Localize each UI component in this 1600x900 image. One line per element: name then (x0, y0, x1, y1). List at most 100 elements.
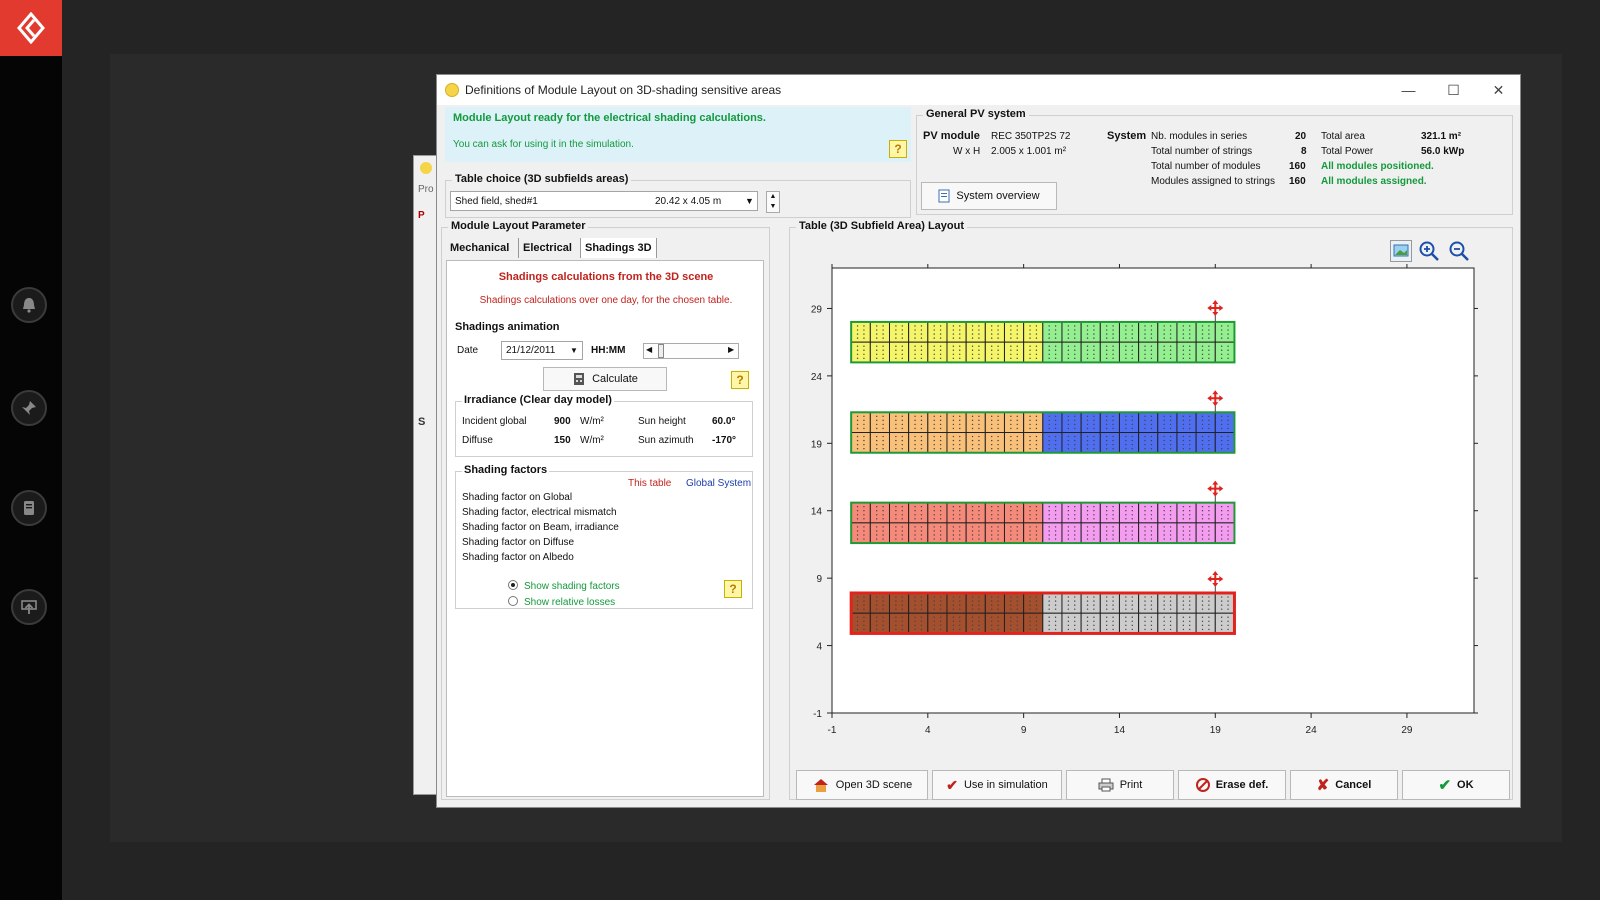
pv-module[interactable] (1214, 522, 1235, 544)
pv-module[interactable] (908, 502, 929, 524)
pv-module[interactable] (1080, 592, 1101, 614)
pv-module[interactable] (1099, 612, 1120, 634)
time-slider[interactable]: ◀ ▶ (643, 343, 739, 359)
pv-module[interactable] (927, 432, 948, 454)
pv-module[interactable] (869, 522, 890, 544)
pv-module[interactable] (1214, 432, 1235, 454)
pv-module[interactable] (1138, 502, 1159, 524)
pv-module[interactable] (1176, 341, 1197, 363)
pv-module[interactable] (1023, 612, 1044, 634)
pv-module[interactable] (1080, 432, 1101, 454)
pv-module[interactable] (946, 411, 967, 434)
pv-module[interactable] (1176, 502, 1197, 524)
pv-module[interactable] (1042, 411, 1063, 434)
pv-module[interactable] (869, 612, 890, 634)
pv-module[interactable] (1195, 612, 1216, 634)
notifications-button[interactable] (11, 287, 47, 323)
pv-module[interactable] (1023, 411, 1044, 434)
pv-module[interactable] (1214, 341, 1235, 363)
pv-module[interactable] (927, 592, 948, 614)
pv-module[interactable] (888, 522, 910, 544)
pv-module[interactable] (1042, 612, 1063, 634)
title-bar[interactable]: Definitions of Module Layout on 3D-shadi… (437, 75, 1520, 105)
pv-module[interactable] (927, 321, 948, 343)
pv-module[interactable] (1176, 411, 1197, 434)
pv-module[interactable] (1061, 432, 1082, 454)
pv-module[interactable] (1138, 341, 1159, 363)
app-logo[interactable] (0, 0, 62, 56)
pv-module[interactable] (1138, 411, 1159, 434)
pv-module[interactable] (1042, 432, 1063, 454)
pv-module[interactable] (984, 612, 1005, 634)
pv-module[interactable] (1214, 592, 1235, 614)
pv-module[interactable] (850, 432, 871, 454)
pv-module[interactable] (1023, 432, 1044, 454)
pv-module[interactable] (1061, 341, 1082, 363)
pv-module[interactable] (888, 321, 910, 343)
pv-module[interactable] (1176, 321, 1197, 343)
pv-module[interactable] (984, 321, 1005, 343)
pv-module[interactable] (1099, 502, 1120, 524)
help-icon[interactable]: ? (724, 580, 742, 598)
ok-button[interactable]: ✔ OK (1402, 770, 1510, 800)
pv-module[interactable] (1157, 502, 1178, 524)
pv-module[interactable] (1195, 321, 1216, 343)
pv-module[interactable] (1118, 341, 1140, 363)
document-button[interactable] (11, 490, 47, 526)
pv-module[interactable] (946, 612, 967, 634)
pv-module[interactable] (946, 502, 967, 524)
close-button[interactable]: ✕ (1476, 75, 1521, 105)
pv-module[interactable] (888, 341, 910, 363)
pv-module[interactable] (1214, 612, 1235, 634)
pv-module[interactable] (1061, 411, 1082, 434)
pv-module[interactable] (965, 432, 986, 454)
pv-module[interactable] (1003, 612, 1025, 634)
pv-module[interactable] (1099, 321, 1120, 343)
pv-module[interactable] (850, 502, 871, 524)
arrow-right-icon[interactable]: ▶ (728, 345, 734, 354)
pv-module[interactable] (1157, 592, 1178, 614)
pv-module[interactable] (927, 341, 948, 363)
layout-chart[interactable]: -1 4 9 14 19 24 29-14914192429 (790, 228, 1514, 801)
pv-module[interactable] (1042, 321, 1063, 343)
pv-module[interactable] (1157, 321, 1178, 343)
pv-module[interactable] (1195, 592, 1216, 614)
pv-module[interactable] (1099, 341, 1120, 363)
pv-module[interactable] (965, 522, 986, 544)
pv-module[interactable] (1118, 522, 1140, 544)
pv-module[interactable] (1157, 612, 1178, 634)
pv-module[interactable] (1023, 522, 1044, 544)
pv-module[interactable] (1176, 592, 1197, 614)
pv-module[interactable] (1080, 612, 1101, 634)
pv-module[interactable] (1042, 341, 1063, 363)
pv-module[interactable] (1099, 592, 1120, 614)
pv-module[interactable] (1195, 411, 1216, 434)
erase-def-button[interactable]: Erase def. (1178, 770, 1286, 800)
table-spinner[interactable]: ▲ ▼ (766, 191, 780, 213)
pv-module[interactable] (965, 502, 986, 524)
pv-module[interactable] (1003, 411, 1025, 434)
table-choice-select[interactable]: Shed field, shed#1 20.42 x 4.05 m ▼ (450, 191, 758, 211)
pv-module[interactable] (869, 321, 890, 343)
pv-module[interactable] (869, 592, 890, 614)
pv-module[interactable] (927, 502, 948, 524)
cancel-button[interactable]: ✘ Cancel (1290, 770, 1398, 800)
pv-module[interactable] (1214, 502, 1235, 524)
pv-module[interactable] (850, 321, 871, 343)
help-icon[interactable]: ? (731, 371, 749, 389)
pv-module[interactable] (1003, 341, 1025, 363)
pv-module[interactable] (1118, 321, 1140, 343)
pv-module[interactable] (1195, 432, 1216, 454)
arrow-left-icon[interactable]: ◀ (646, 345, 652, 354)
pv-module[interactable] (946, 321, 967, 343)
pv-module[interactable] (927, 411, 948, 434)
pv-module[interactable] (908, 612, 929, 634)
pv-module[interactable] (1214, 321, 1235, 343)
pv-module[interactable] (1099, 522, 1120, 544)
tab-mechanical[interactable]: Mechanical (446, 238, 513, 258)
pv-module[interactable] (908, 411, 929, 434)
pv-module[interactable] (1157, 341, 1178, 363)
tab-shadings-3d[interactable]: Shadings 3D (580, 238, 657, 258)
pv-module[interactable] (984, 411, 1005, 434)
pv-module[interactable] (1061, 502, 1082, 524)
